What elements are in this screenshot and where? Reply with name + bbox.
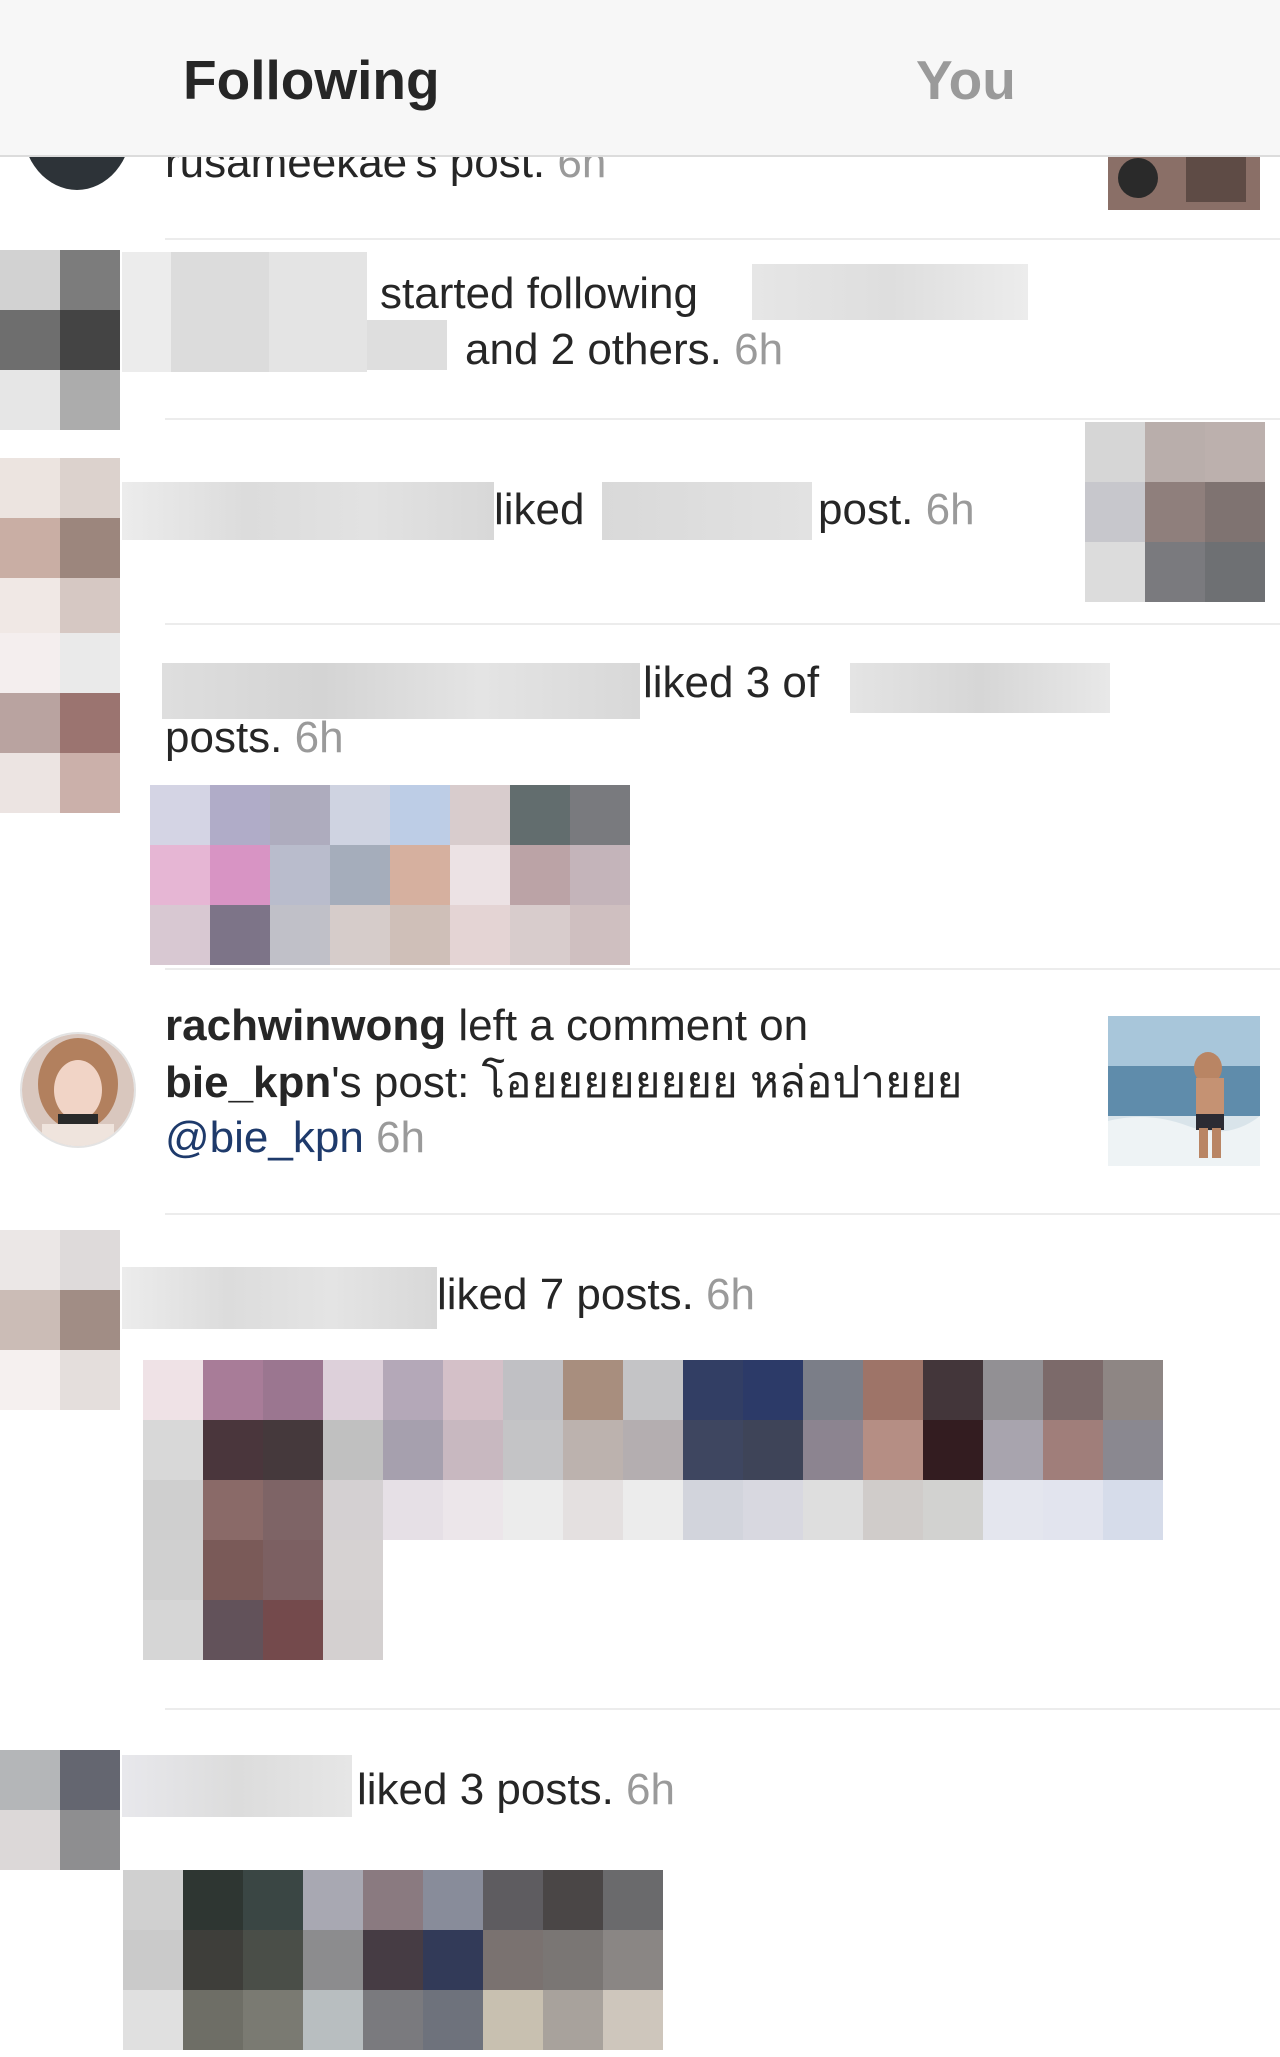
comment-username[interactable]: rachwinwong xyxy=(165,1001,446,1050)
avatar xyxy=(0,458,120,638)
avatar-photo xyxy=(22,1034,134,1146)
redacted-name xyxy=(122,482,494,540)
list-item[interactable]: rachwinwong left a comment on bie_kpn's … xyxy=(0,970,1280,1215)
list-item[interactable]: liked post. 6h xyxy=(0,420,1280,638)
liked-posts-grid[interactable] xyxy=(150,785,630,965)
post-thumbnail[interactable] xyxy=(1085,422,1265,602)
activity-text: rachwinwong left a comment on xyxy=(165,1001,809,1050)
list-item[interactable]: liked 7 posts. 6h xyxy=(0,1215,1280,1710)
activity-text: post. 6h xyxy=(818,485,975,534)
tab-you[interactable]: You xyxy=(916,48,1016,112)
activity-feed: rusameekae's post. 6h started following … xyxy=(0,0,1280,2057)
list-item[interactable]: liked 3 posts. 6h xyxy=(0,1710,1280,2057)
redacted-name xyxy=(122,1267,437,1329)
target-username[interactable]: bie_kpn xyxy=(165,1058,331,1107)
avatar xyxy=(0,250,120,430)
avatar[interactable] xyxy=(20,1032,136,1148)
tab-following[interactable]: Following xyxy=(183,48,440,112)
avatar xyxy=(0,1230,120,1410)
list-item[interactable]: started following and 2 others. 6h xyxy=(0,240,1280,430)
activity-text: posts. 6h xyxy=(165,713,344,762)
mention-link[interactable]: @bie_kpn xyxy=(165,1113,364,1162)
redacted-name xyxy=(850,663,1110,713)
redacted-name xyxy=(752,264,1028,320)
activity-text: bie_kpn's post: โอยยยยยยยย หล่อปายยย xyxy=(165,1058,963,1107)
activity-text: started following xyxy=(380,269,698,318)
liked-posts-grid[interactable] xyxy=(143,1360,923,1660)
redacted-name xyxy=(602,482,812,540)
activity-text: liked 3 posts. 6h xyxy=(357,1765,675,1814)
activity-text: @bie_kpn 6h xyxy=(165,1113,425,1162)
activity-text: liked 7 posts. 6h xyxy=(437,1270,755,1319)
redacted-name xyxy=(122,1755,352,1817)
activity-text: and 2 others. 6h xyxy=(465,325,784,374)
redacted-name xyxy=(122,252,367,372)
post-thumbnail[interactable] xyxy=(1108,150,1260,210)
redacted-name xyxy=(367,320,447,370)
liked-posts-grid[interactable] xyxy=(123,1870,663,2050)
avatar xyxy=(0,1750,120,1870)
activity-tab-bar: Following You xyxy=(0,0,1280,157)
list-item[interactable]: liked 3 of posts. 6h xyxy=(0,625,1280,970)
liked-posts-grid[interactable] xyxy=(923,1360,1163,1540)
post-thumbnail[interactable] xyxy=(1108,1016,1260,1166)
activity-text: liked xyxy=(494,485,585,534)
activity-text: liked 3 of xyxy=(643,658,820,707)
avatar xyxy=(0,633,120,813)
